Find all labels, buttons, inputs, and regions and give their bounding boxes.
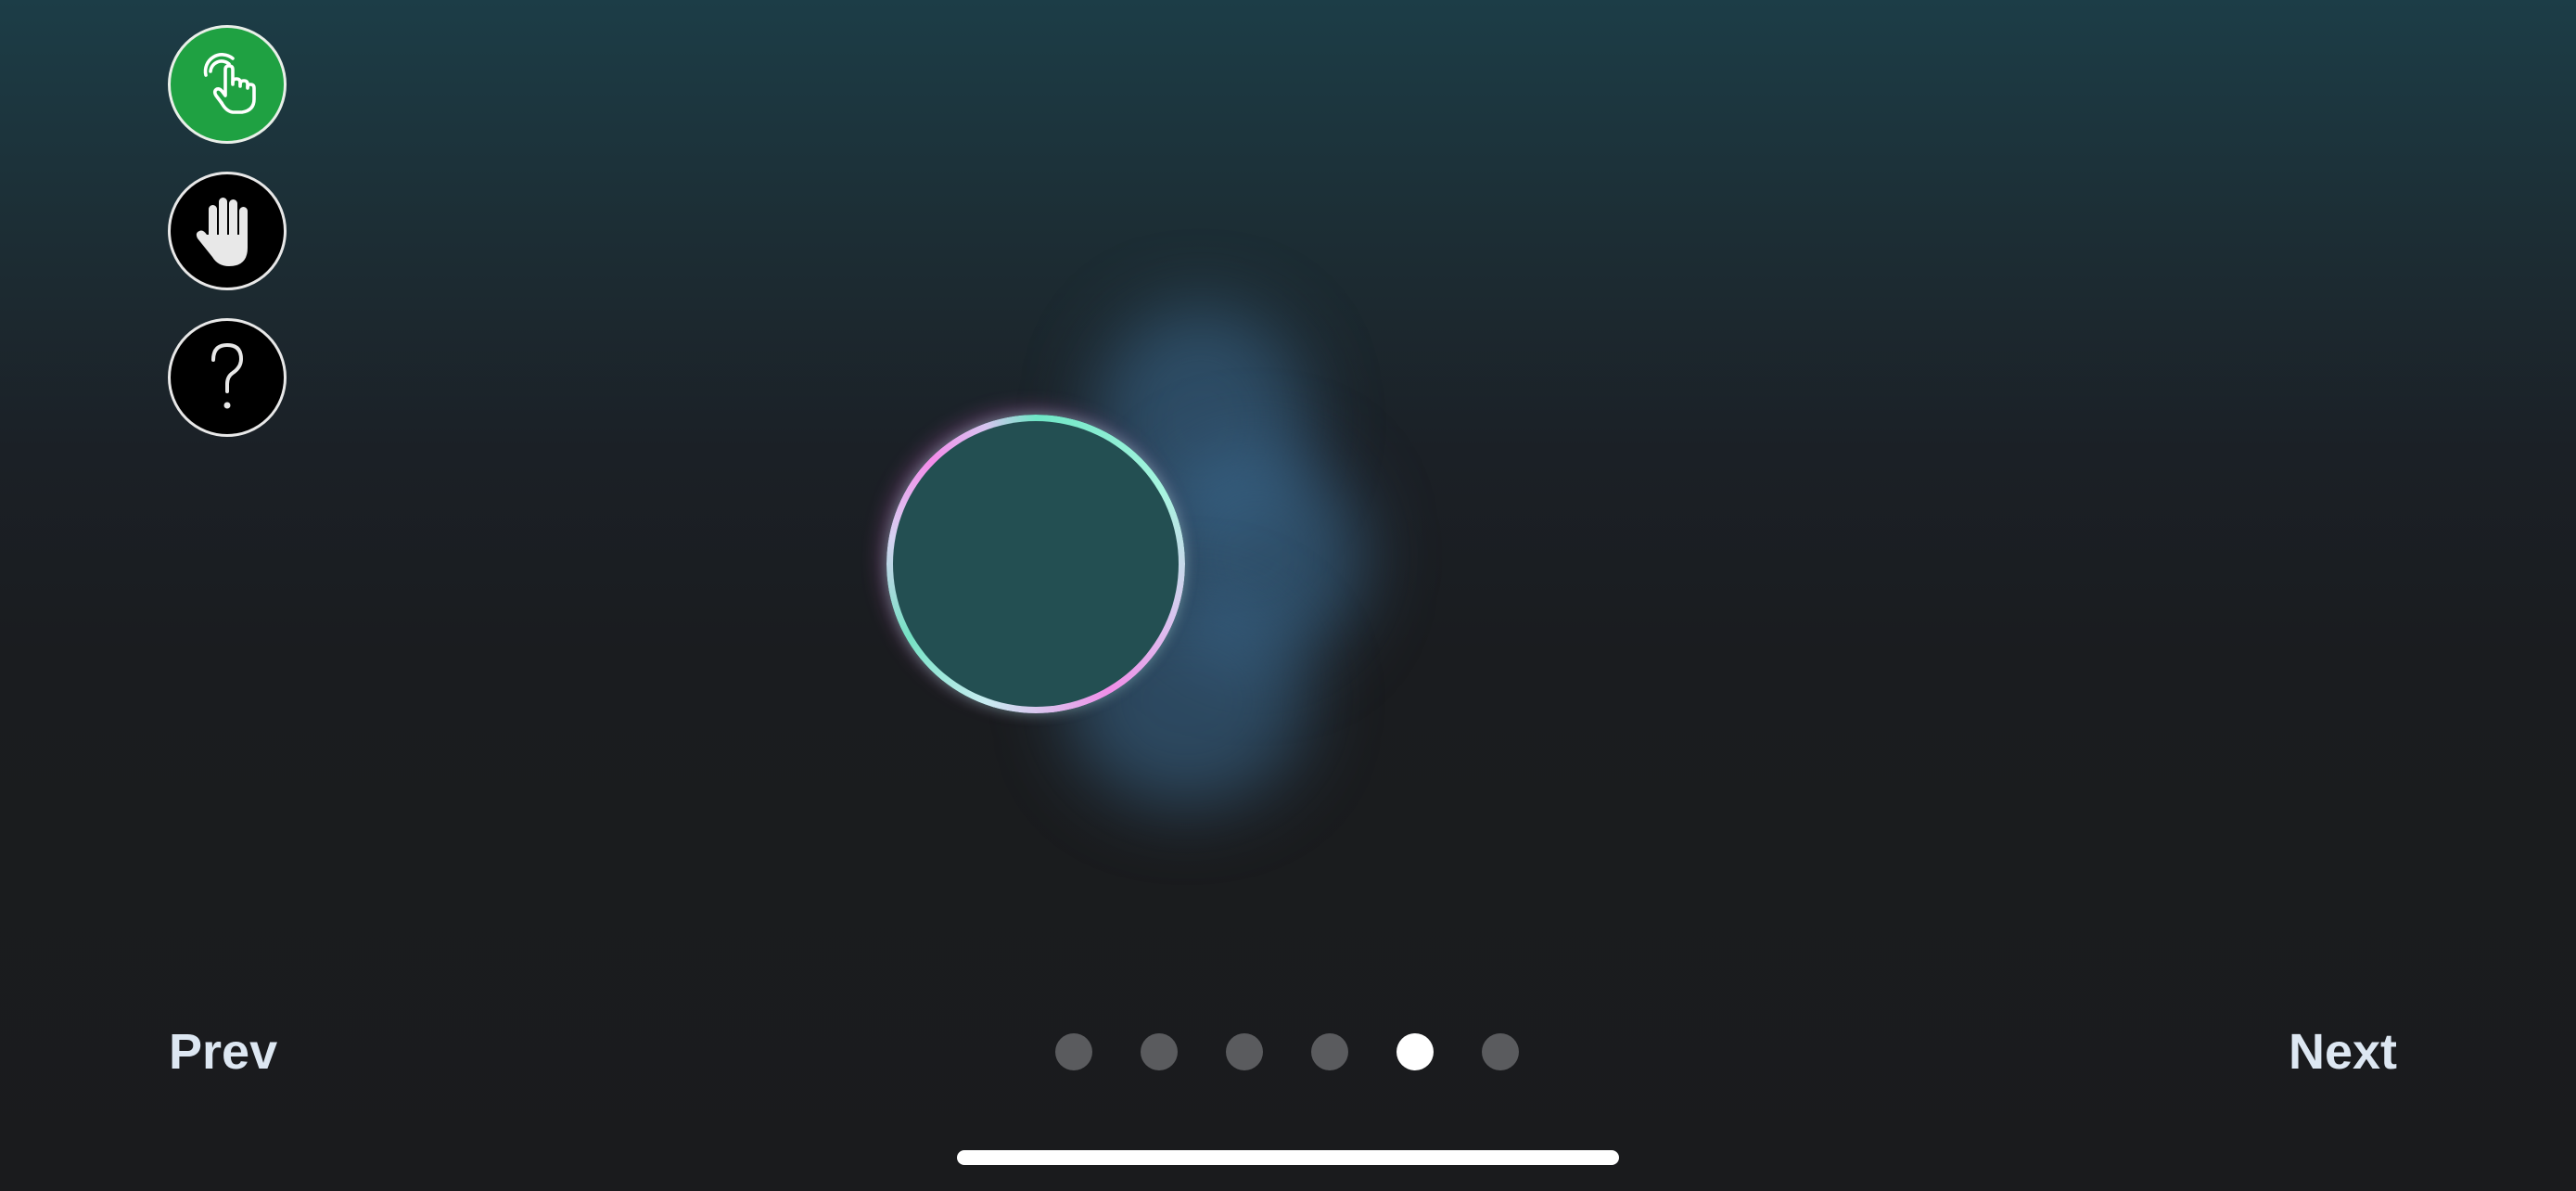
- page-dot[interactable]: [1055, 1033, 1092, 1070]
- raised-hand-icon: [190, 192, 264, 270]
- page-dot[interactable]: [1141, 1033, 1178, 1070]
- question-mark-icon: [195, 336, 260, 419]
- tap-mode-button[interactable]: [168, 25, 287, 144]
- touch-target-circle[interactable]: [886, 415, 1185, 713]
- page-dot[interactable]: [1226, 1033, 1263, 1070]
- prev-button[interactable]: Prev: [169, 1018, 277, 1085]
- home-indicator[interactable]: [957, 1150, 1619, 1165]
- pointing-hand-icon: [188, 45, 266, 123]
- hand-mode-button[interactable]: [168, 172, 287, 290]
- next-button[interactable]: Next: [2289, 1018, 2397, 1085]
- page-dot[interactable]: [1396, 1033, 1434, 1070]
- help-button[interactable]: [168, 318, 287, 437]
- page-indicator: [1055, 1033, 1521, 1072]
- page-dot[interactable]: [1482, 1033, 1519, 1070]
- page-dot[interactable]: [1311, 1033, 1348, 1070]
